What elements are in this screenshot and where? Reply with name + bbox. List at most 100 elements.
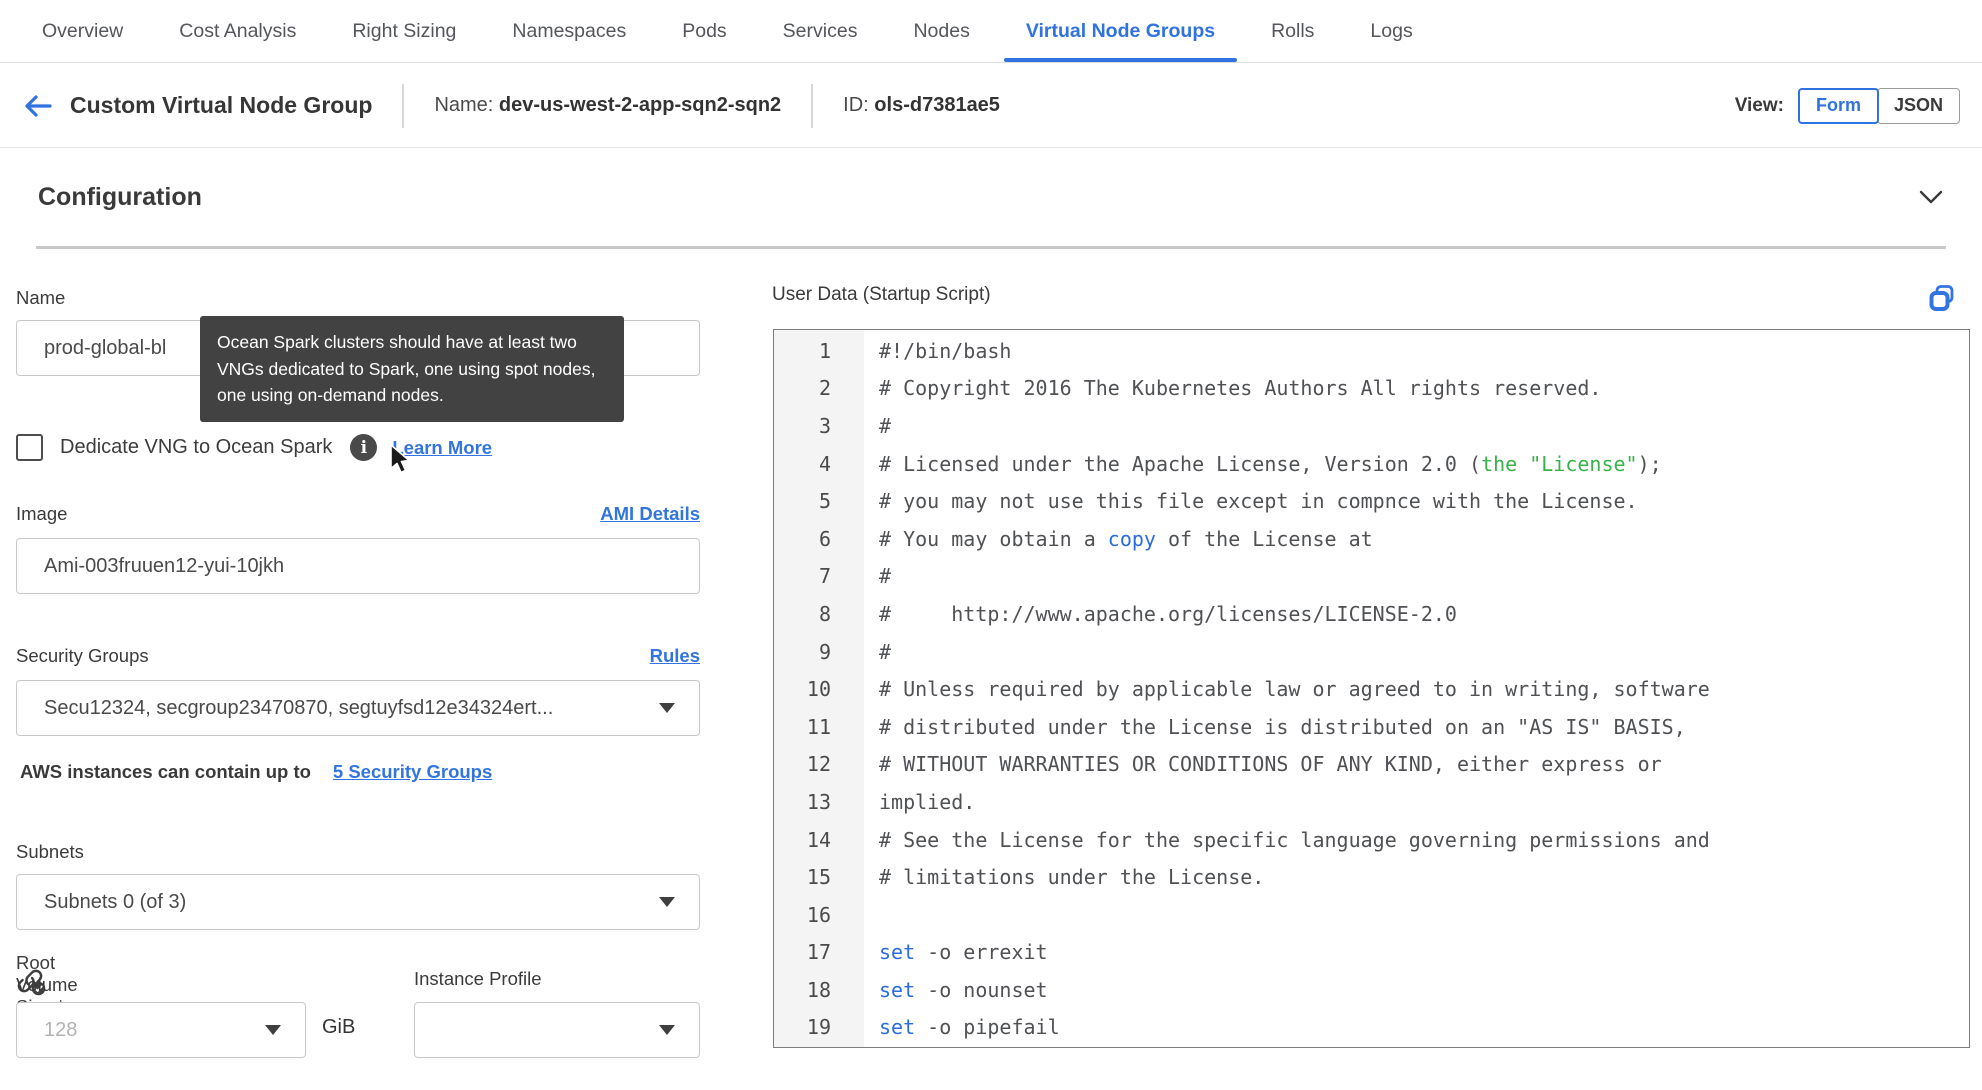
vng-id-value: ols-d7381ae5 — [874, 94, 1000, 116]
tab-namespaces[interactable]: Namespaces — [484, 0, 654, 62]
back-arrow-icon[interactable] — [22, 92, 56, 120]
security-groups-label-row: Security Groups Rules — [16, 645, 700, 667]
image-label-row: Image AMI Details — [16, 503, 700, 525]
code-text: implied. — [879, 789, 976, 814]
line-number: 3 — [818, 413, 831, 438]
ami-details-link[interactable]: AMI Details — [600, 503, 700, 525]
tab-logs[interactable]: Logs — [1342, 0, 1440, 62]
line-number: 11 — [806, 714, 831, 739]
line-number: 6 — [818, 526, 831, 551]
code-text: # — [879, 564, 892, 589]
subnets-dropdown[interactable]: Subnets 0 (of 3) — [16, 874, 700, 930]
code-line: 16 — [774, 896, 1969, 934]
root-volume-size-dropdown[interactable]: 128 — [16, 1002, 306, 1058]
user-data-code-editor[interactable]: 1 #!/bin/bash 2 # Copyright 2016 The Kubern… — [773, 329, 1970, 1048]
code-text: # limitations under the License. — [879, 865, 1265, 890]
line-number: 1 — [818, 338, 831, 363]
image-label: Image — [16, 503, 68, 524]
tab-right-sizing[interactable]: Right Sizing — [324, 0, 484, 62]
line-number: 8 — [818, 601, 831, 626]
tab-overview[interactable]: Overview — [14, 0, 151, 62]
code-text: # WITHOUT WARRANTIES OR CONDITIONS OF AN… — [879, 752, 1662, 777]
line-number: 12 — [806, 752, 831, 777]
vng-name-label: Name: — [434, 94, 494, 116]
helper-text: AWS instances can contain up to — [20, 761, 311, 782]
code-text: # http://www.apache.org/licenses/LICENSE… — [879, 601, 1457, 626]
caret-down-icon — [659, 1025, 675, 1035]
vng-name-value: dev-us-west-2-app-sqn2-sqn2 — [498, 94, 782, 116]
tab-services[interactable]: Services — [755, 0, 886, 62]
section-divider — [36, 246, 1946, 249]
code-line: 12 # WITHOUT WARRANTIES OR CONDITIONS OF … — [774, 746, 1969, 784]
security-groups-value: Secu12324, secgroup23470870, segtuyfsd12… — [44, 696, 554, 719]
code-line: 19 set -o pipefail — [774, 1009, 1969, 1047]
view-json-button[interactable]: JSON — [1876, 87, 1960, 124]
line-number: 7 — [818, 564, 831, 589]
security-groups-dropdown[interactable]: Secu12324, secgroup23470870, segtuyfsd12… — [16, 680, 700, 736]
tab-cost-analysis[interactable]: Cost Analysis — [151, 0, 324, 62]
tab-nodes[interactable]: Nodes — [885, 0, 997, 62]
code-text: # Copyright 2016 The Kubernetes Authors … — [879, 376, 1602, 401]
code-line: 5 # you may not use this file except in c… — [774, 482, 1969, 520]
rules-link[interactable]: Rules — [650, 645, 700, 667]
tab-rolls[interactable]: Rolls — [1243, 0, 1342, 62]
vng-id: ID: ols-d7381ae5 — [843, 94, 1000, 117]
mouse-cursor — [388, 444, 415, 480]
dedicate-vng-label: Dedicate VNG to Ocean Spark — [60, 436, 333, 458]
line-number: 18 — [806, 977, 831, 1002]
code-line: 3 # — [774, 407, 1969, 445]
code-line: 9 # — [774, 633, 1969, 671]
subnets-value: Subnets 0 (of 3) — [44, 890, 187, 913]
page-header: Custom Virtual Node Group Name: dev-us-w… — [0, 64, 1982, 148]
code-line: 4 # Licensed under the Apache License, Ve… — [774, 445, 1969, 483]
code-line: 18 set -o nounset — [774, 971, 1969, 1009]
code-text: # You may obtain a copy of the License a… — [879, 526, 1373, 551]
code-line: 8 # http://www.apache.org/licenses/LICENS… — [774, 595, 1969, 633]
tab-pods[interactable]: Pods — [654, 0, 754, 62]
line-number: 5 — [818, 489, 831, 514]
gib-unit-label: GiB — [322, 1016, 356, 1038]
vng-name: Name: dev-us-west-2-app-sqn2-sqn2 — [434, 94, 781, 117]
code-line: 6 # You may obtain a copy of the License … — [774, 520, 1969, 558]
page-title: Custom Virtual Node Group — [70, 92, 373, 118]
code-line: 1 #!/bin/bash — [774, 332, 1969, 370]
line-number: 13 — [806, 789, 831, 814]
virtual-node-group-page: Overview Cost Analysis Right Sizing Namespa… — [0, 0, 1982, 1090]
code-line: 15 # limitations under the License. — [774, 858, 1969, 896]
code-line: 7 # — [774, 558, 1969, 596]
root-volume-label-row: Root Volume Size * — [16, 952, 78, 1017]
code-line: 13 implied. — [774, 783, 1969, 821]
code-line: 2 # Copyright 2016 The Kubernetes Authors… — [774, 370, 1969, 408]
security-groups-helper: AWS instances can contain up to 5 Securi… — [20, 761, 492, 783]
line-number: 4 — [818, 451, 831, 476]
code-text: #!/bin/bash — [879, 338, 1012, 363]
line-number: 10 — [806, 677, 831, 702]
line-number: 14 — [806, 827, 831, 852]
vng-id-label: ID: — [843, 94, 869, 116]
five-security-groups-link[interactable]: 5 Security Groups — [333, 761, 492, 783]
copy-icon[interactable] — [1928, 284, 1956, 317]
view-form-button[interactable]: Form — [1797, 87, 1879, 124]
image-input[interactable]: Ami-003fruuen12-yui-10jkh — [16, 538, 700, 594]
divider — [402, 83, 405, 128]
view-toggle: Form JSON — [1797, 87, 1960, 124]
info-icon[interactable]: i — [350, 434, 378, 461]
code-lines: 1 #!/bin/bash 2 # Copyright 2016 The Kubern… — [774, 330, 1969, 1046]
line-number: 9 — [818, 639, 831, 664]
code-line: 14 # See the License for the specific lan… — [774, 821, 1969, 859]
code-line: 11 # distributed under the License is dis… — [774, 708, 1969, 746]
dedicate-vng-checkbox[interactable] — [16, 434, 43, 461]
instance-profile-dropdown[interactable] — [414, 1002, 700, 1058]
image-input-value: Ami-003fruuen12-yui-10jkh — [44, 554, 285, 577]
line-number: 19 — [806, 1015, 831, 1040]
divider — [811, 83, 814, 128]
code-line: 10 # Unless required by applicable law or… — [774, 670, 1969, 708]
tab-bar: Overview Cost Analysis Right Sizing Namespa… — [0, 0, 1982, 63]
user-data-label: User Data (Startup Script) — [772, 284, 991, 305]
security-groups-label: Security Groups — [16, 645, 149, 666]
line-number: 15 — [806, 865, 831, 890]
tab-virtual-node-groups[interactable]: Virtual Node Groups — [998, 0, 1243, 62]
caret-down-icon — [659, 897, 675, 907]
code-text: # Licensed under the Apache License, Ver… — [879, 451, 1662, 476]
chevron-down-icon[interactable] — [1918, 188, 1944, 206]
